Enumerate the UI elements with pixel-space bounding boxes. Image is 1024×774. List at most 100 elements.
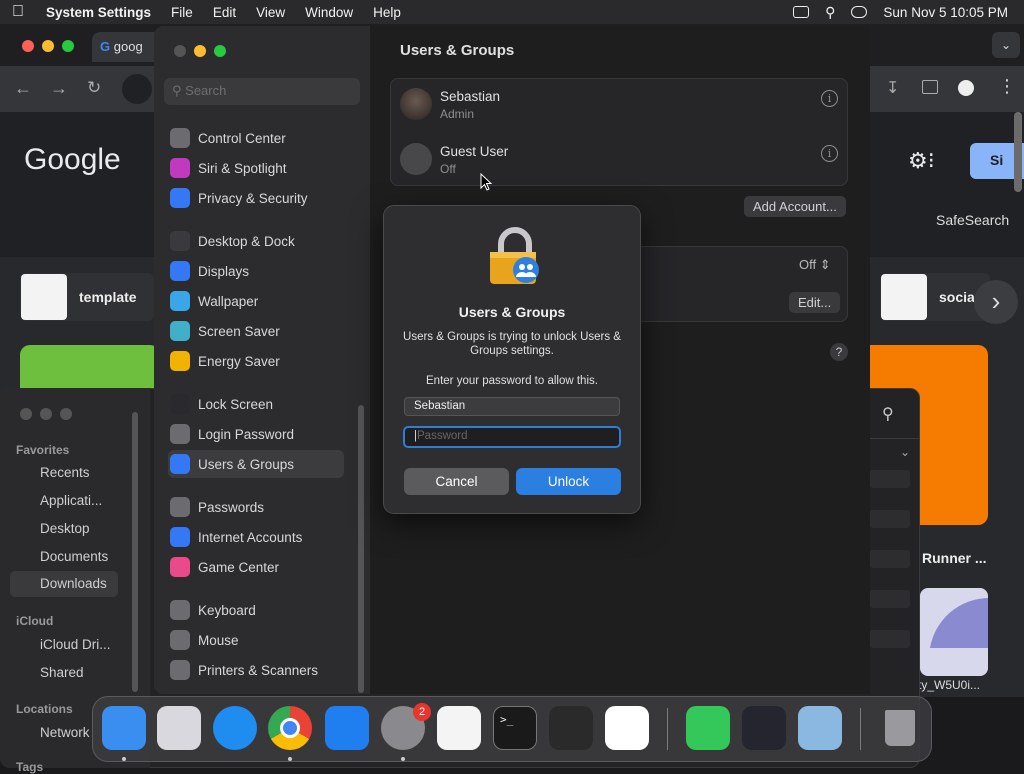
menu-app-name[interactable]: System Settings: [36, 5, 161, 20]
settings-gear-icon[interactable]: ⚙⁝: [908, 148, 935, 174]
menu-clock[interactable]: Sun Nov 5 10:05 PM: [883, 5, 1008, 20]
download-icon[interactable]: ↧: [886, 78, 899, 98]
forward-icon[interactable]: →: [50, 78, 68, 99]
terminal-icon[interactable]: >_: [493, 706, 537, 750]
wallpaper-icon: [170, 291, 190, 311]
help-button[interactable]: ?: [830, 343, 848, 361]
launchpad-icon[interactable]: [157, 706, 201, 750]
finder-icloud-header: iCloud: [16, 614, 54, 628]
safesearch-label[interactable]: SafeSearch: [936, 212, 1009, 228]
finder-item-network[interactable]: Network: [0, 725, 90, 740]
screen-mirroring-icon[interactable]: [793, 6, 810, 18]
menu-window[interactable]: Window: [295, 5, 363, 20]
apple-menu-icon[interactable]: : [0, 3, 36, 21]
messages-icon[interactable]: [686, 706, 730, 750]
trash-icon[interactable]: [878, 706, 922, 750]
sidebar-item-internet-accounts[interactable]: Internet Accounts: [168, 523, 344, 551]
finder-sidebar-scrollbar[interactable]: [132, 412, 138, 692]
sidebar-item-label: Users & Groups: [198, 456, 295, 472]
sidebar-item-passwords[interactable]: Passwords: [168, 493, 344, 521]
finder-item-documents[interactable]: Documents: [0, 549, 108, 564]
menu-file[interactable]: File: [161, 5, 203, 20]
back-icon[interactable]: ←: [14, 78, 32, 99]
sidebar-item-wallpaper[interactable]: Wallpaper: [168, 287, 344, 315]
setting-value-popup[interactable]: Off ⇕: [799, 257, 831, 273]
page-scrollbar[interactable]: [1014, 112, 1022, 192]
sidebar-item-printers-scanners[interactable]: Printers & Scanners: [168, 656, 344, 684]
sidebar-item-lock-screen[interactable]: Lock Screen: [168, 390, 344, 418]
side-panel-icon[interactable]: [922, 80, 938, 94]
sidebar-item-mouse[interactable]: Mouse: [168, 626, 344, 654]
vscode-icon[interactable]: [605, 706, 649, 750]
finder-item-shared[interactable]: Shared: [0, 665, 84, 680]
sidebar-item-label: Displays: [198, 263, 250, 279]
sidebar-item-privacy-security[interactable]: Privacy & Security: [168, 184, 344, 212]
edit-button[interactable]: Edit...: [789, 292, 841, 313]
preview-icon[interactable]: [798, 706, 842, 750]
sidebar-item-displays[interactable]: Displays: [168, 257, 344, 285]
finder-row[interactable]: [870, 510, 910, 528]
sidebar-item-desktop-dock[interactable]: Desktop & Dock: [168, 227, 344, 255]
site-settings-icon[interactable]: [122, 74, 152, 104]
card-title[interactable]: Runner ...: [922, 550, 987, 566]
sidebar-item-login-password[interactable]: Login Password: [168, 420, 344, 448]
obs-icon[interactable]: [742, 706, 786, 750]
app-store-icon[interactable]: [325, 706, 369, 750]
reload-icon[interactable]: ↻: [87, 78, 101, 98]
search-placeholder: Search: [185, 83, 227, 98]
finder-item-icloud-drive[interactable]: iCloud Dri...: [0, 637, 111, 652]
sidebar-item-control-center[interactable]: Control Center: [168, 124, 344, 152]
menu-help[interactable]: Help: [363, 5, 411, 20]
finder-row[interactable]: [870, 550, 910, 568]
user-info-icon[interactable]: i: [821, 90, 838, 107]
finder-item-applications[interactable]: Applicati...: [0, 493, 102, 508]
more-menu-icon[interactable]: ⋮: [998, 76, 1016, 97]
sidebar-item-siri-spotlight[interactable]: Siri & Spotlight: [168, 154, 344, 182]
control-center-icon[interactable]: [851, 6, 868, 18]
unlock-button[interactable]: Unlock: [516, 468, 621, 495]
chrome-tab-google[interactable]: G goog: [92, 32, 162, 62]
thumb-template[interactable]: template: [20, 273, 154, 321]
settings-search-input[interactable]: ⚲ Search: [164, 78, 360, 105]
chrome-icon[interactable]: [268, 706, 312, 750]
user-name[interactable]: Sebastian: [440, 89, 500, 104]
finder-row[interactable]: [870, 630, 910, 648]
textedit-icon[interactable]: [437, 706, 481, 750]
sidebar-item-game-center[interactable]: Game Center: [168, 553, 344, 581]
finder-search-icon[interactable]: ⚲: [882, 404, 894, 424]
dialog-message: Users & Groups is trying to unlock Users…: [403, 331, 621, 357]
finder-item-desktop[interactable]: Desktop: [0, 521, 90, 536]
profile-icon[interactable]: [958, 80, 974, 96]
sidebar-item-energy-saver[interactable]: Energy Saver: [168, 347, 344, 375]
sidebar-item-keyboard[interactable]: Keyboard: [168, 596, 344, 624]
add-account-button[interactable]: Add Account...: [744, 196, 846, 217]
pie-thumbnail[interactable]: [920, 588, 988, 676]
cancel-button[interactable]: Cancel: [404, 468, 509, 495]
menu-view[interactable]: View: [246, 5, 295, 20]
password-field[interactable]: |Password: [403, 426, 621, 448]
finder-traffic-lights[interactable]: [20, 407, 80, 425]
card-filename[interactable]: ty_W5U0i...: [918, 678, 980, 692]
finder-item-downloads[interactable]: Downloads: [10, 571, 118, 597]
garageband-icon[interactable]: [549, 706, 593, 750]
guest-info-icon[interactable]: i: [821, 145, 838, 162]
spotlight-search-icon[interactable]: ⚲: [825, 4, 835, 21]
settings-traffic-lights[interactable]: [174, 44, 234, 62]
next-arrow-icon[interactable]: ›: [974, 280, 1018, 324]
finder-row[interactable]: [870, 590, 910, 608]
menu-edit[interactable]: Edit: [203, 5, 246, 20]
finder-icon[interactable]: [102, 706, 146, 750]
sidebar-scrollbar[interactable]: [358, 405, 364, 693]
safari-icon[interactable]: [213, 706, 257, 750]
sidebar-item-users-groups[interactable]: Users & Groups: [168, 450, 344, 478]
tab-search-icon[interactable]: ⌄: [992, 32, 1020, 58]
finder-dropdown-icon[interactable]: ⌄: [900, 445, 910, 459]
username-field[interactable]: Sebastian: [404, 397, 620, 416]
dock-running-indicator: [401, 757, 405, 761]
finder-row[interactable]: [870, 470, 910, 488]
finder-item-recents[interactable]: Recents: [0, 465, 90, 480]
chrome-traffic-lights[interactable]: [22, 39, 82, 57]
mouse-icon: [170, 630, 190, 650]
sidebar-item-screen-saver[interactable]: Screen Saver: [168, 317, 344, 345]
user-name[interactable]: Guest User: [440, 144, 508, 159]
